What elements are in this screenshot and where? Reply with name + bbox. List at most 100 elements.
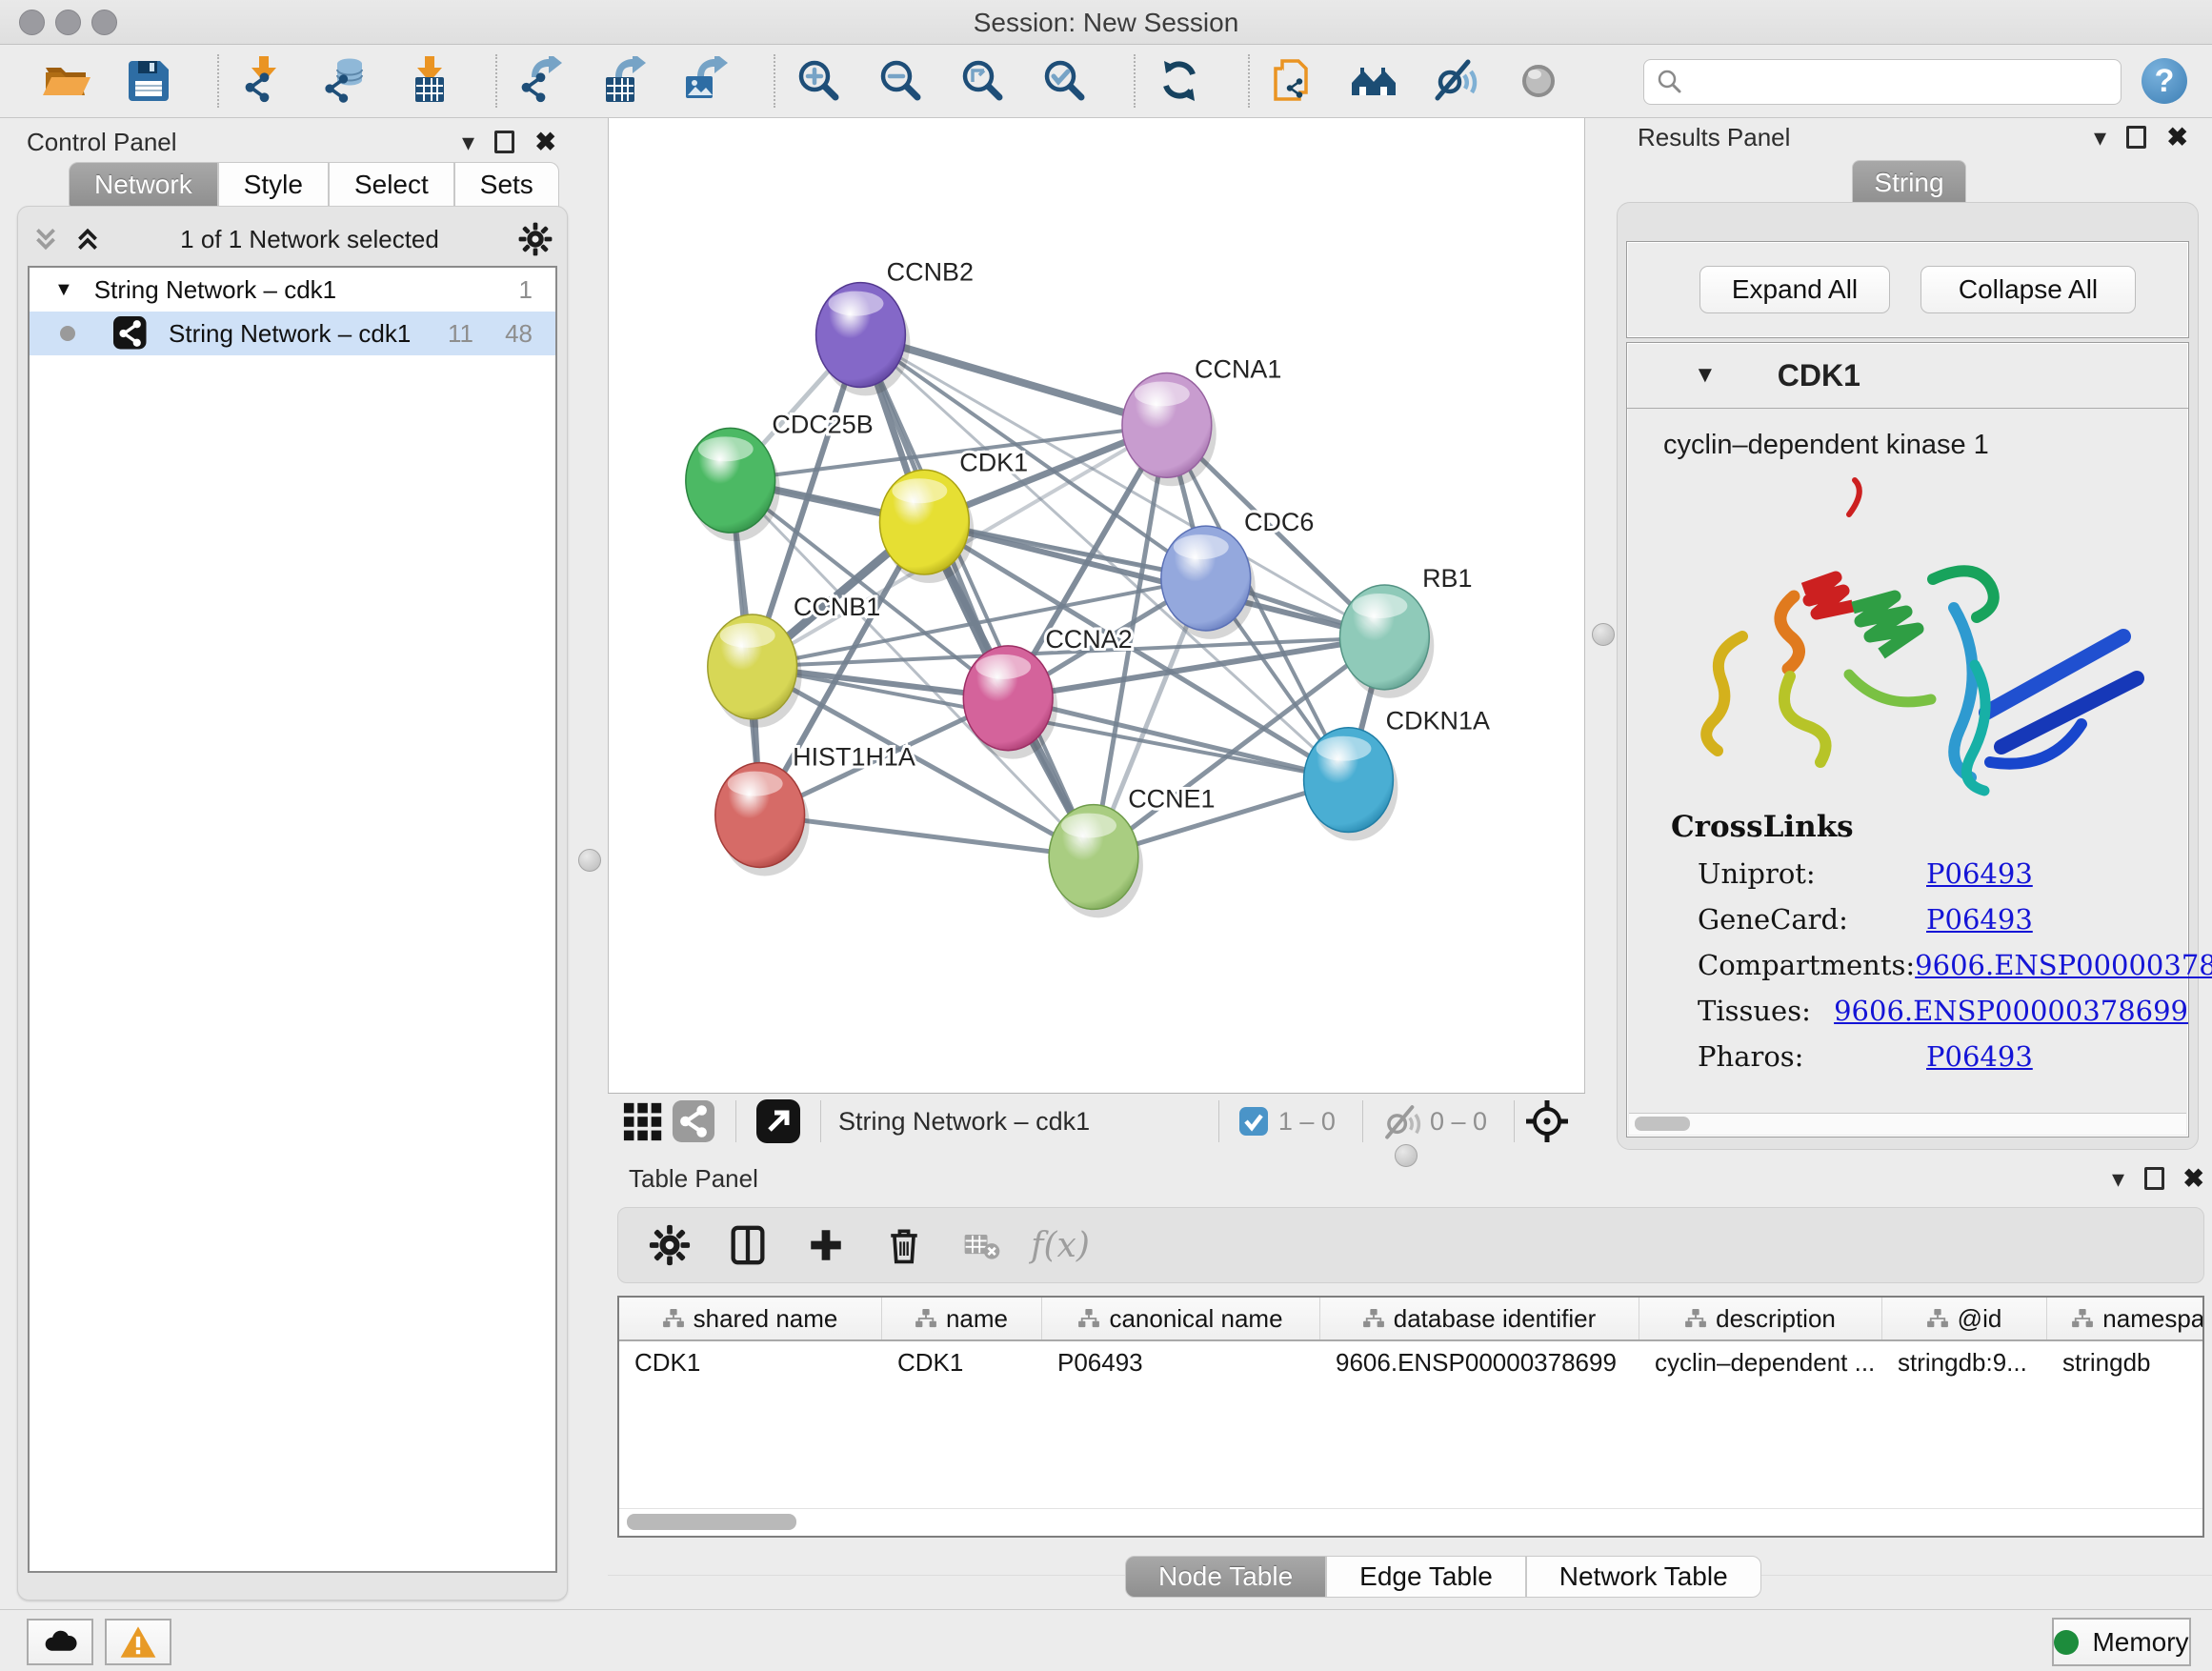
delete-column-trash-icon[interactable] [879, 1220, 929, 1270]
search-input[interactable] [1692, 67, 2121, 98]
column-header-name[interactable]: name [882, 1298, 1042, 1339]
save-session-button[interactable] [120, 51, 177, 111]
toolbar-separator [1248, 54, 1250, 108]
crosslink-link[interactable]: P06493 [1926, 1040, 2033, 1073]
clone-network-button[interactable] [1265, 51, 1322, 111]
import-table-from-file-button[interactable] [398, 51, 455, 111]
network-node-CCNE1[interactable] [1049, 805, 1143, 918]
network-node-CCNA1[interactable] [1122, 372, 1217, 486]
float-panel-icon[interactable] [2126, 126, 2146, 149]
collapse-panel-icon[interactable]: ▾ [2112, 1164, 2124, 1194]
string-query-button[interactable] [1347, 51, 1404, 111]
network-node-HIST1H1A[interactable] [715, 763, 810, 876]
close-panel-icon[interactable]: ✖ [534, 128, 556, 157]
table-horizontal-scrollbar-thumb[interactable] [627, 1514, 796, 1530]
column-header-description[interactable]: description [1639, 1298, 1882, 1339]
table-options-gear-icon[interactable] [645, 1220, 694, 1270]
network-node-CDC25B[interactable] [686, 428, 780, 541]
tab-style[interactable]: Style [218, 162, 329, 208]
table-cell[interactable]: CDK1 [882, 1348, 1042, 1378]
network-node-CCNB2[interactable] [816, 283, 911, 396]
show-columns-icon[interactable] [723, 1220, 773, 1270]
export-table-button[interactable] [594, 51, 652, 111]
open-file-button[interactable] [38, 51, 95, 111]
network-node-CDK1[interactable] [879, 470, 974, 583]
table-cell[interactable]: P06493 [1042, 1348, 1320, 1378]
collapse-all-networks-icon[interactable] [31, 225, 60, 253]
tree-expand-caret-icon[interactable]: ▼ [54, 279, 73, 301]
presentation-sphere-button[interactable] [1511, 51, 1568, 111]
crosslink-link[interactable]: 9606.ENSP00000378699 [1915, 949, 2212, 981]
tab-sets[interactable]: Sets [454, 162, 559, 208]
help-button[interactable]: ? [2142, 58, 2187, 104]
tab-edge-table[interactable]: Edge Table [1326, 1556, 1526, 1598]
network-share-view-icon[interactable] [669, 1097, 718, 1146]
memory-button[interactable]: Memory [2052, 1618, 2191, 1666]
network-edge[interactable] [760, 815, 1094, 857]
tab-node-table[interactable]: Node Table [1125, 1556, 1326, 1598]
crosslink-link[interactable]: 9606.ENSP00000378699 [1834, 995, 2188, 1027]
close-panel-icon[interactable]: ✖ [2166, 123, 2188, 152]
float-panel-icon[interactable] [2144, 1167, 2164, 1190]
export-image-button[interactable] [676, 51, 734, 111]
zoom-out-button[interactable] [873, 51, 930, 111]
left-splitter-handle[interactable] [578, 849, 601, 872]
birds-eye-view-icon[interactable] [1522, 1097, 1572, 1146]
table-cell[interactable]: CDK1 [619, 1348, 882, 1378]
table-cell[interactable]: cyclin–dependent ... [1639, 1348, 1882, 1378]
refresh-button[interactable] [1151, 51, 1208, 111]
import-network-from-file-button[interactable] [234, 51, 292, 111]
zoom-fit-button[interactable] [955, 51, 1012, 111]
table-cell[interactable]: 9606.ENSP00000378699 [1320, 1348, 1639, 1378]
tab-select[interactable]: Select [329, 162, 454, 208]
create-column-plus-icon[interactable] [801, 1220, 851, 1270]
selected-checkbox-icon[interactable] [1237, 1097, 1271, 1146]
expand-all-button[interactable]: Expand All [1699, 266, 1890, 313]
close-panel-icon[interactable]: ✖ [2182, 1164, 2204, 1194]
zoom-in-button[interactable] [791, 51, 848, 111]
table-cell[interactable]: stringdb [2047, 1348, 2204, 1378]
float-panel-icon[interactable] [494, 131, 514, 153]
tab-network[interactable]: Network [69, 162, 218, 208]
collapse-all-button[interactable]: Collapse All [1920, 266, 2136, 313]
results-horizontal-scrollbar[interactable] [1629, 1113, 2186, 1135]
column-header-canonical-name[interactable]: canonical name [1042, 1298, 1320, 1339]
scrollbar-thumb[interactable] [1635, 1117, 1690, 1131]
import-network-from-database-button[interactable] [316, 51, 373, 111]
cloud-status-button[interactable] [27, 1619, 93, 1665]
crosslink-link[interactable]: P06493 [1926, 903, 2033, 936]
network-row-selected[interactable]: String Network – cdk1 11 48 [30, 312, 555, 355]
network-node-CCNA2[interactable] [963, 646, 1057, 759]
warnings-button[interactable] [105, 1619, 171, 1665]
table-cell[interactable]: stringdb:9... [1882, 1348, 2047, 1378]
network-node-RB1[interactable] [1340, 585, 1435, 698]
zoom-selected-button[interactable] [1036, 51, 1094, 111]
column-header-namespace[interactable]: namespace [2047, 1298, 2204, 1339]
crosslink-link[interactable]: P06493 [1926, 857, 2033, 890]
network-node-CCNB1[interactable] [708, 614, 802, 728]
grid-view-icon[interactable] [619, 1097, 669, 1146]
search-field[interactable] [1643, 59, 2122, 105]
export-network-button[interactable] [513, 51, 570, 111]
open-in-new-window-icon[interactable] [754, 1097, 803, 1146]
toolbar-separator [217, 54, 219, 108]
section-collapse-caret-icon[interactable]: ▼ [1694, 362, 1717, 389]
expand-all-networks-icon[interactable] [73, 225, 102, 253]
column-header--id[interactable]: @id [1882, 1298, 2047, 1339]
collapse-panel-icon[interactable]: ▾ [462, 128, 474, 157]
collapse-panel-icon[interactable]: ▾ [2094, 123, 2106, 152]
tab-network-table[interactable]: Network Table [1526, 1556, 1761, 1598]
hide-glasses-button[interactable] [1429, 51, 1486, 111]
network-node-CDKN1A[interactable] [1304, 728, 1398, 841]
network-canvas[interactable]: CCNB2CCNA1CDC25BCDK1CDC6RB1CCNB1CCNA2CDK… [608, 118, 1585, 1093]
network-options-gear-icon[interactable] [517, 221, 553, 257]
right-splitter-handle[interactable] [1592, 623, 1615, 646]
column-header-database-identifier[interactable]: database identifier [1320, 1298, 1639, 1339]
network-edge[interactable] [860, 335, 1094, 857]
table-row[interactable]: CDK1CDK1P064939606.ENSP00000378699cyclin… [619, 1341, 2202, 1383]
node-table[interactable]: shared namenamecanonical namedatabase id… [617, 1296, 2204, 1538]
column-header-shared-name[interactable]: shared name [619, 1298, 882, 1339]
network-collection-row[interactable]: ▼ String Network – cdk1 1 [30, 268, 555, 312]
tab-string[interactable]: String [1852, 160, 1966, 206]
node-label-CCNB1: CCNB1 [794, 593, 880, 621]
